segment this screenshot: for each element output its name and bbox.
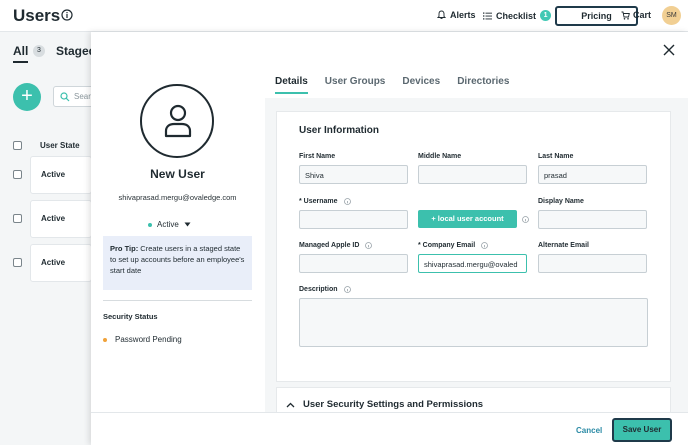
user-avatar	[140, 84, 214, 158]
company-email-label: * Company Email	[418, 242, 476, 249]
info-icon[interactable]	[365, 242, 373, 249]
page-title: Users	[13, 6, 61, 25]
pending-dot	[103, 337, 107, 342]
cart-label: Cart	[633, 10, 652, 20]
local-user-account-button[interactable]: + local user account	[418, 210, 517, 228]
tab-user-groups[interactable]: User Groups	[325, 76, 386, 94]
drawer-tabs: Details User Groups Devices Directories	[275, 76, 509, 94]
username-field[interactable]	[299, 210, 408, 229]
row-state: Active	[41, 214, 66, 223]
row-state: Active	[41, 258, 66, 267]
password-status: Password Pending	[103, 335, 182, 344]
last-name-label: Last Name	[538, 153, 574, 160]
checklist-icon	[483, 12, 492, 19]
password-status-label: Password Pending	[115, 335, 182, 344]
divider	[103, 300, 252, 301]
managed-apple-id-field[interactable]	[299, 254, 408, 273]
details-area: User Information First Name Shiva Middle…	[265, 98, 688, 417]
middle-name-field[interactable]	[418, 165, 527, 184]
close-icon[interactable]	[663, 44, 675, 56]
display-name-field[interactable]	[538, 210, 647, 229]
cancel-button[interactable]: Cancel	[576, 426, 602, 435]
last-name-field[interactable]: prasad	[538, 165, 647, 184]
username-label: * Username	[299, 198, 338, 205]
new-user-drawer: New User shivaprasad.mergu@ovaledge.com …	[91, 32, 688, 445]
first-name-field[interactable]: Shiva	[299, 165, 408, 184]
description-field[interactable]	[299, 298, 648, 347]
add-user-button[interactable]: +	[13, 83, 41, 111]
user-email: shivaprasad.mergu@ovaledge.com	[118, 193, 237, 202]
card-title: User Information	[299, 125, 380, 136]
user-summary-panel: New User shivaprasad.mergu@ovaledge.com …	[91, 32, 264, 412]
cart-button[interactable]: Cart	[621, 10, 651, 20]
description-label-row: Description	[299, 286, 351, 293]
info-icon[interactable]	[522, 216, 529, 223]
company-email-field[interactable]: shivaprasad.mergu@ovaled	[418, 254, 527, 273]
row-checkbox[interactable]	[13, 258, 22, 267]
info-icon[interactable]	[61, 9, 73, 21]
status-dropdown[interactable]: Active	[148, 220, 191, 229]
search-icon	[60, 92, 70, 102]
info-icon[interactable]	[343, 286, 351, 293]
checklist-button[interactable]: Checklist 1	[483, 10, 552, 21]
chevron-up-icon	[286, 402, 295, 407]
username-label-row: * Username	[299, 198, 351, 205]
alternate-email-label: Alternate Email	[538, 242, 589, 249]
cart-icon	[621, 11, 630, 20]
pro-tip-box: Pro Tip: Create users in a staged state …	[103, 236, 252, 290]
select-all-checkbox[interactable]	[13, 141, 22, 150]
save-user-button[interactable]: Save User	[612, 418, 672, 442]
info-icon[interactable]	[481, 242, 489, 249]
user-icon	[164, 104, 192, 138]
description-label: Description	[299, 286, 338, 293]
checklist-count-badge: 1	[540, 10, 552, 21]
row-checkbox[interactable]	[13, 214, 22, 223]
row-state: Active	[41, 170, 66, 179]
tab-details[interactable]: Details	[275, 76, 308, 94]
user-information-card: User Information First Name Shiva Middle…	[276, 111, 671, 382]
status-label: Active	[157, 220, 179, 229]
alternate-email-field[interactable]	[538, 254, 647, 273]
status-dot	[148, 222, 152, 227]
avatar[interactable]: SM	[662, 6, 681, 25]
info-icon[interactable]	[343, 198, 351, 205]
bell-icon	[437, 10, 446, 19]
checklist-label: Checklist	[496, 10, 537, 21]
display-name-label: Display Name	[538, 198, 584, 205]
managed-apple-id-label: Managed Apple ID	[299, 242, 360, 249]
row-checkbox[interactable]	[13, 170, 22, 179]
caret-down-icon	[184, 222, 191, 227]
table-row[interactable]: Active	[30, 200, 92, 238]
tab-all[interactable]: All	[13, 44, 29, 63]
security-settings-header[interactable]: User Security Settings and Permissions	[286, 399, 483, 410]
alerts-button[interactable]: Alerts	[437, 10, 476, 20]
user-display-name: New User	[150, 167, 205, 181]
first-name-label: First Name	[299, 153, 336, 160]
table-row[interactable]: Active	[30, 244, 92, 282]
security-status-title: Security Status	[103, 312, 158, 321]
alerts-label: Alerts	[450, 10, 476, 20]
pro-tip-title: Pro Tip:	[110, 244, 139, 253]
company-email-label-row: * Company Email	[418, 242, 489, 249]
tab-staged[interactable]: Staged	[56, 44, 96, 58]
tab-all-count: 3	[33, 45, 45, 57]
tab-directories[interactable]: Directories	[457, 76, 509, 94]
search-placeholder: Sear	[74, 92, 91, 101]
table-row[interactable]: Active	[30, 156, 92, 194]
drawer-footer: Cancel Save User	[91, 412, 688, 445]
tab-devices[interactable]: Devices	[402, 76, 440, 94]
column-header-user-state: User State	[40, 141, 80, 150]
top-bar: Users Alerts Checklist 1 Pricing Cart SM	[0, 0, 688, 32]
middle-name-label: Middle Name	[418, 153, 462, 160]
managed-apple-id-label-row: Managed Apple ID	[299, 242, 373, 249]
security-settings-title: User Security Settings and Permissions	[303, 399, 484, 410]
